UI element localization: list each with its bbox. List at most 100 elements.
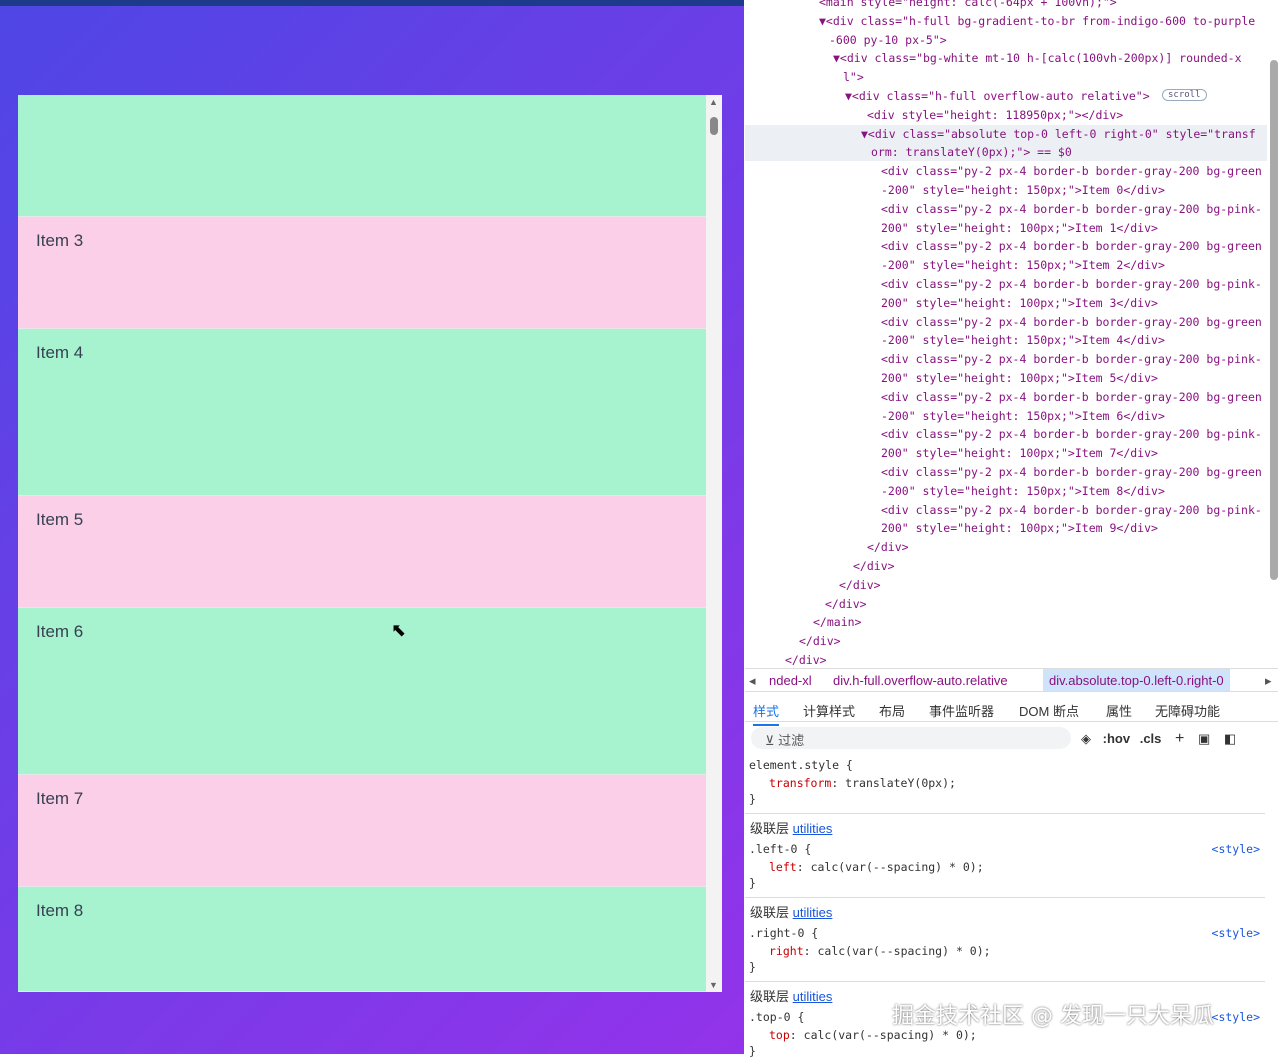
cascade-layer: 级联层 utilities: [745, 813, 1265, 841]
dom-node-line[interactable]: <div class="py-2 px-4 border-b border-gr…: [881, 463, 1262, 481]
virtual-list-container[interactable]: Item 3 Item 4 Item 5 Item 6 Item 7 Item 8 ▲ ▼: [18, 95, 722, 992]
rule-declaration[interactable]: right: calc(var(--spacing) * 0);: [769, 942, 991, 961]
dom-node-line[interactable]: </div>: [839, 576, 881, 594]
watermark: 掘金技术社区 @ 发现一只大呆瓜: [892, 1004, 1214, 1029]
dom-node-line[interactable]: </div>: [799, 632, 841, 650]
dom-node-line[interactable]: <div class="py-2 px-4 border-b border-gr…: [881, 388, 1262, 406]
cascade-layer: 级联层 utilities: [745, 897, 1265, 925]
dom-node-line[interactable]: orm: translateY(0px);"> == $0: [745, 143, 1267, 162]
dom-node-line[interactable]: ▼<div class="bg-white mt-10 h-[calc(100v…: [833, 49, 1242, 67]
scrollbar[interactable]: ▲ ▼: [706, 95, 722, 992]
sidebar-toggle-icon[interactable]: ◧: [1224, 731, 1236, 746]
layer-link[interactable]: utilities: [793, 905, 833, 920]
dom-node-line[interactable]: <div class="py-2 px-4 border-b border-gr…: [881, 200, 1262, 218]
dom-node-line[interactable]: ▼<div class="h-full bg-gradient-to-br fr…: [819, 12, 1255, 30]
dom-node-line[interactable]: </div>: [853, 557, 895, 575]
dom-node-line[interactable]: <div class="py-2 px-4 border-b border-gr…: [881, 162, 1262, 180]
property-name[interactable]: top: [769, 1028, 790, 1042]
dom-node-line[interactable]: <div class="py-2 px-4 border-b border-gr…: [881, 313, 1262, 331]
tab[interactable]: 事件监听器: [929, 701, 994, 720]
layer-link[interactable]: utilities: [793, 821, 833, 836]
dom-node-line[interactable]: <div class="py-2 px-4 border-b border-gr…: [881, 237, 1262, 255]
dom-node-line[interactable]: -200" style="height: 150px;">Item 6</div…: [881, 407, 1165, 425]
list-item-label: Item 4: [36, 343, 84, 362]
layer-label: 级联层: [750, 989, 790, 1004]
property-name[interactable]: transform: [769, 776, 831, 790]
list-item-label: Item 7: [36, 789, 84, 808]
cls-button[interactable]: .cls: [1140, 731, 1162, 746]
property-name[interactable]: right: [769, 944, 804, 958]
filter-icon: ⊻: [765, 733, 779, 748]
dom-node-line[interactable]: <main style="height: calc(-64px + 100vh)…: [819, 0, 1117, 11]
tab[interactable]: 布局: [879, 701, 905, 720]
dom-node-line[interactable]: <div class="py-2 px-4 border-b border-gr…: [881, 425, 1262, 443]
dom-node-line[interactable]: -200" style="height: 150px;">Item 8</div…: [881, 482, 1165, 500]
style-source-link[interactable]: <style>: [1212, 842, 1260, 856]
tab[interactable]: 无障碍功能: [1155, 701, 1220, 720]
scroll-up-icon[interactable]: ▲: [709, 97, 718, 107]
dom-node-line[interactable]: </main>: [813, 613, 861, 631]
dom-node-line[interactable]: </div>: [825, 595, 867, 613]
layer-link[interactable]: utilities: [793, 989, 833, 1004]
layers-icon[interactable]: ◈: [1081, 731, 1091, 746]
dom-node-line[interactable]: 200" style="height: 100px;">Item 7</div>: [881, 444, 1158, 462]
dom-node-line[interactable]: l">: [843, 68, 864, 86]
dom-node-line[interactable]: 200" style="height: 100px;">Item 1</div>: [881, 219, 1158, 237]
dom-node-line[interactable]: ▼<div class="absolute top-0 left-0 right…: [745, 124, 1267, 143]
breadcrumb-item-selected[interactable]: div.absolute.top-0.left-0.right-0: [1043, 669, 1230, 691]
rule-close: }: [749, 960, 756, 974]
scrollbar-thumb[interactable]: [710, 117, 718, 135]
breadcrumb-left-icon[interactable]: ◂: [749, 673, 756, 689]
dom-node-line[interactable]: <div style="height: 118950px;"></div>: [867, 106, 1123, 124]
dom-node-line[interactable]: 200" style="height: 100px;">Item 9</div>: [881, 519, 1158, 537]
paint-icon[interactable]: ▣: [1198, 731, 1210, 746]
devtools-panel: <main style="height: calc(-64px + 100vh)…: [745, 0, 1278, 1058]
styles-tabs: 样式 计算样式 布局 事件监听器 DOM 断点 属性 无障碍功能: [745, 696, 1278, 726]
dom-node-line[interactable]: </div>: [867, 538, 909, 556]
dom-node-line[interactable]: -200" style="height: 150px;">Item 4</div…: [881, 331, 1165, 349]
dom-node-line[interactable]: -600 py-10 px-5">: [829, 31, 947, 49]
list-item: Item 6: [18, 608, 706, 775]
property-value[interactable]: calc(var(--spacing) * 0);: [811, 860, 984, 874]
tab[interactable]: 计算样式: [803, 701, 855, 720]
rule-selector: .right-0 {: [749, 926, 819, 940]
breadcrumb-item[interactable]: div.h-full.overflow-auto.relative: [833, 673, 1008, 688]
property-value[interactable]: calc(var(--spacing) * 0);: [804, 1028, 977, 1042]
property-value[interactable]: calc(var(--spacing) * 0);: [817, 944, 990, 958]
list-item-label: Item 3: [36, 231, 84, 250]
tab[interactable]: 属性: [1106, 701, 1132, 720]
layer-label: 级联层: [750, 905, 790, 920]
filter-input[interactable]: ⊻ 过滤: [751, 727, 1071, 749]
breadcrumb-item[interactable]: nded-xl: [769, 673, 812, 688]
property-value[interactable]: translateY(0px);: [845, 776, 956, 790]
list-item: Item 4: [18, 329, 706, 496]
dom-node-line[interactable]: ▼<div class="h-full overflow-auto relati…: [845, 87, 1150, 105]
property-name[interactable]: left: [769, 860, 797, 874]
rule-declaration[interactable]: left: calc(var(--spacing) * 0);: [769, 858, 984, 877]
style-source-link[interactable]: <style>: [1212, 926, 1260, 940]
breadcrumb-right-icon[interactable]: ▸: [1265, 673, 1272, 689]
dom-node-line[interactable]: <div class="py-2 px-4 border-b border-gr…: [881, 501, 1262, 519]
tab[interactable]: DOM 断点: [1019, 701, 1079, 720]
rule-selector: .left-0 {: [749, 842, 812, 856]
breadcrumb: ◂ nded-xl div.h-full.overflow-auto.relat…: [745, 668, 1278, 692]
dom-node-line[interactable]: -200" style="height: 150px;">Item 0</div…: [881, 181, 1165, 199]
rule-declaration[interactable]: transform: translateY(0px);: [769, 774, 956, 793]
list-item: Item 7: [18, 775, 706, 887]
scroll-badge[interactable]: scroll: [1162, 89, 1207, 101]
hov-button[interactable]: :hov: [1103, 731, 1130, 746]
dom-node-line[interactable]: <div class="py-2 px-4 border-b border-gr…: [881, 350, 1262, 368]
new-rule-icon[interactable]: +: [1175, 730, 1184, 747]
dom-node-line[interactable]: 200" style="height: 100px;">Item 5</div>: [881, 369, 1158, 387]
dom-node-line[interactable]: <div class="py-2 px-4 border-b border-gr…: [881, 275, 1262, 293]
tab[interactable]: 样式: [753, 701, 780, 726]
dom-node-line[interactable]: -200" style="height: 150px;">Item 2</div…: [881, 256, 1165, 274]
dom-scrollbar[interactable]: [1270, 60, 1278, 580]
dom-node-line[interactable]: 200" style="height: 100px;">Item 3</div>: [881, 294, 1158, 312]
style-source-link[interactable]: <style>: [1212, 1010, 1260, 1024]
list-item-label: Item 5: [36, 510, 84, 529]
scroll-down-icon[interactable]: ▼: [709, 980, 718, 990]
style-toolbar: ◈ :hov .cls + ▣ ◧: [1081, 730, 1236, 748]
list-item: Item 8: [18, 887, 706, 992]
dom-node-line[interactable]: </div>: [785, 651, 827, 669]
